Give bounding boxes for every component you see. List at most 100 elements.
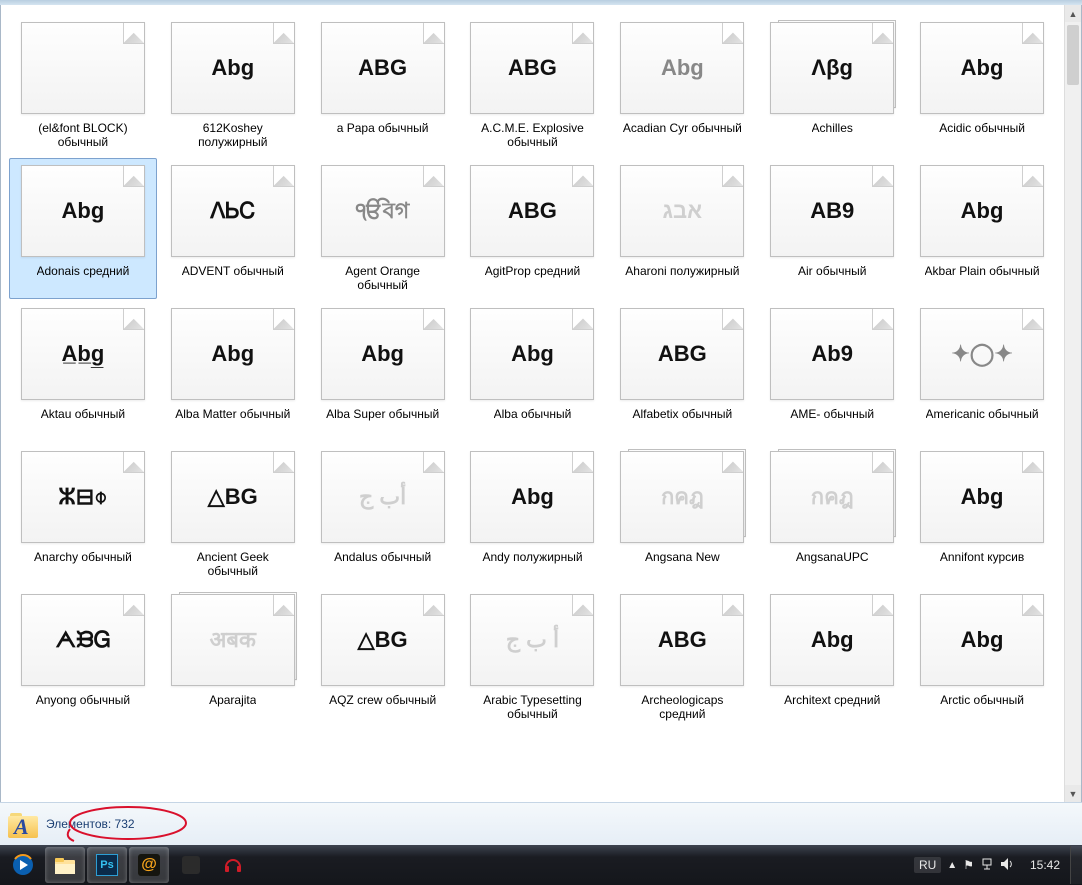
font-preview-text: अबक — [210, 629, 256, 651]
font-file-item[interactable]: ABGArcheologicaps средний — [608, 587, 756, 728]
file-label: Acidic обычный — [939, 121, 1025, 151]
taskbar-headset-icon[interactable] — [213, 847, 253, 883]
thumbnail: Abg — [468, 306, 596, 402]
font-file-item[interactable]: ABG A.C.M.E. Explosive обычный — [459, 15, 607, 156]
language-indicator[interactable]: RU — [914, 857, 941, 873]
font-preview-text: Abg — [961, 629, 1004, 651]
taskbar-clock[interactable]: 15:42 — [1020, 858, 1070, 872]
font-preview-text: A̲b̲g̲ — [62, 343, 105, 365]
thumbnail: กคฎ — [768, 449, 896, 545]
file-label: A.C.M.E. Explosive обычный — [481, 121, 584, 151]
font-file-item[interactable]: Abg Architext средний — [758, 587, 906, 728]
font-file-item[interactable]: अबकAparajita — [159, 587, 307, 728]
font-preview-text: Abg — [511, 343, 554, 365]
font-file-item[interactable]: ੴবগAgent Orange обычный — [309, 158, 457, 299]
file-label: Arabic Typesetting обычный — [483, 693, 582, 723]
font-file-item[interactable]: أ ب ج Arabic Typesetting обычный — [459, 587, 607, 728]
font-file-item[interactable]: AbgAlba обычный — [459, 301, 607, 442]
thumbnail: Ab9 — [768, 306, 896, 402]
font-file-item[interactable]: A̲b̲g̲Aktau обычный — [9, 301, 157, 442]
file-label: Architext средний — [784, 693, 880, 723]
file-label: Alfabetix обычный — [632, 407, 732, 437]
font-preview-text: ੴবগ — [356, 200, 409, 222]
font-file-item[interactable]: AbgAnnifont курсив — [908, 444, 1056, 585]
font-file-item[interactable]: กคฎAngsana New — [608, 444, 756, 585]
font-preview-text: Abg — [661, 57, 704, 79]
font-file-item[interactable]: ABG Alfabetix обычный — [608, 301, 756, 442]
font-file-item[interactable]: Abg612Koshey полужирный — [159, 15, 307, 156]
font-file-item[interactable]: ABG a Papa обычный — [309, 15, 457, 156]
thumbnail: ABG — [468, 20, 596, 116]
thumbnail: Abg — [918, 592, 1046, 688]
thumbnail: أ ب ج — [468, 592, 596, 688]
scroll-up-button[interactable]: ▲ — [1065, 5, 1081, 22]
font-file-item[interactable]: AbgArctic обычный — [908, 587, 1056, 728]
taskbar-photoshop-icon[interactable]: Ps — [87, 847, 127, 883]
tray-flag-icon[interactable]: ⚑ — [963, 858, 974, 872]
taskbar-mailru-icon[interactable]: @ — [129, 847, 169, 883]
font-file-item[interactable]: (el&font BLOCK) обычный — [9, 15, 157, 156]
font-file-item[interactable]: אבגAharoni полужирный — [608, 158, 756, 299]
taskbar-app5-icon[interactable] — [171, 847, 211, 883]
font-preview-text: Abg — [811, 629, 854, 651]
font-preview-text: ABG — [508, 200, 557, 222]
tray-chevron-icon[interactable]: ▲ — [947, 860, 957, 871]
item-count-label: Элементов: 732 — [46, 817, 135, 831]
file-label: Alba Super обычный — [326, 407, 439, 437]
font-preview-text: ᐱᏏᏟ — [210, 200, 255, 222]
thumbnail: Λβg — [768, 20, 896, 116]
font-preview-text: אבג — [663, 200, 703, 222]
font-preview-text: Abg — [961, 486, 1004, 508]
font-file-item[interactable]: ᗅᙖᏀAnyong обычный — [9, 587, 157, 728]
vertical-scrollbar[interactable]: ▲ ▼ — [1064, 5, 1081, 802]
font-file-item[interactable]: ⵣ⊟⌽Anarchy обычный — [9, 444, 157, 585]
thumbnail: ABG — [319, 20, 447, 116]
font-file-item[interactable]: กคฎAngsanaUPC — [758, 444, 906, 585]
tray-network-icon[interactable] — [980, 857, 994, 874]
font-preview-text: Abg — [961, 200, 1004, 222]
tray-volume-icon[interactable] — [1000, 857, 1014, 874]
font-file-item[interactable]: Ab9AME- обычный — [758, 301, 906, 442]
font-preview-text: กคฎ — [811, 486, 854, 508]
thumbnail: Abg — [19, 163, 147, 259]
file-label: a Papa обычный — [337, 121, 429, 151]
font-preview-text: Abg — [62, 200, 105, 222]
taskbar-wmp-icon[interactable] — [3, 847, 43, 883]
font-file-item[interactable]: AbgAndy полужирный — [459, 444, 607, 585]
taskbar-explorer-icon[interactable] — [45, 847, 85, 883]
font-file-item[interactable]: Abg Acidic обычный — [908, 15, 1056, 156]
font-preview-text: Λβg — [811, 57, 853, 79]
font-file-item[interactable]: ABGAgitProp средний — [459, 158, 607, 299]
details-pane: A Элементов: 732 — [0, 802, 1082, 845]
font-preview-text: △BG — [208, 486, 258, 508]
font-file-item[interactable]: △BGAncient Geek обычный — [159, 444, 307, 585]
font-file-item[interactable]: AB9Air обычный — [758, 158, 906, 299]
thumbnail: ABG — [618, 306, 746, 402]
font-file-item[interactable]: AbgAkbar Plain обычный — [908, 158, 1056, 299]
thumbnail: Abg — [169, 20, 297, 116]
font-file-item[interactable]: Λβg Achilles — [758, 15, 906, 156]
font-file-item[interactable]: أب جAndalus обычный — [309, 444, 457, 585]
file-label: Achilles — [812, 121, 853, 151]
thumbnail: אבג — [618, 163, 746, 259]
scroll-thumb[interactable] — [1067, 25, 1079, 85]
font-file-item[interactable]: AbgAdonais средний — [9, 158, 157, 299]
font-preview-text: ⵣ⊟⌽ — [58, 486, 107, 508]
font-file-item[interactable]: AbgAlba Super обычный — [309, 301, 457, 442]
thumbnail: Abg — [918, 449, 1046, 545]
thumbnail: ✦◯✦ — [918, 306, 1046, 402]
font-file-item[interactable]: AbgAcadian Cyr обычный — [608, 15, 756, 156]
file-label: Anyong обычный — [36, 693, 130, 723]
font-preview-text: ✦◯✦ — [951, 343, 1013, 365]
thumbnail: Abg — [169, 306, 297, 402]
font-preview-text: أ ب ج — [506, 629, 559, 651]
font-file-item[interactable]: ᐱᏏᏟADVENT обычный — [159, 158, 307, 299]
font-file-item[interactable]: ✦◯✦Americanic обычный — [908, 301, 1056, 442]
font-file-item[interactable]: AbgAlba Matter обычный — [159, 301, 307, 442]
show-desktop-button[interactable] — [1070, 846, 1082, 884]
thumbnail: AB9 — [768, 163, 896, 259]
font-preview-text: △BG — [358, 629, 408, 651]
font-file-item[interactable]: △BGAQZ crew обычный — [309, 587, 457, 728]
scroll-down-button[interactable]: ▼ — [1065, 785, 1081, 802]
thumbnail: Abg — [918, 20, 1046, 116]
